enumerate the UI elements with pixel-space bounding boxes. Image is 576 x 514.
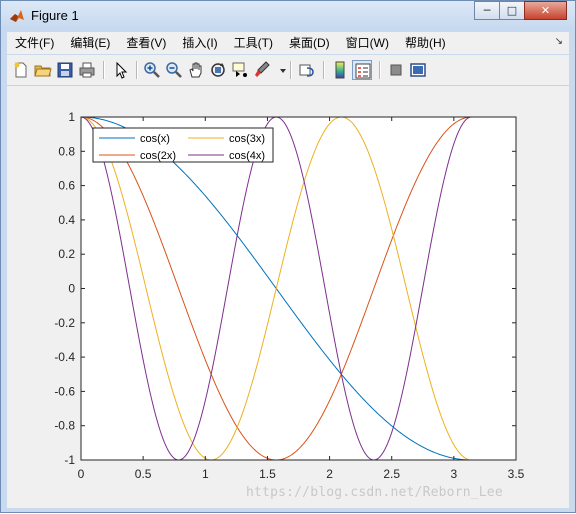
x-tick-label: 0.5: [135, 467, 152, 481]
watermark-text: https://blog.csdn.net/Reborn_Lee: [246, 485, 503, 500]
x-tick-label: 2: [326, 467, 333, 481]
x-tick-label: 0: [78, 467, 85, 481]
legend-label: cos(3x): [229, 133, 265, 145]
y-tick-label: 0.8: [58, 144, 75, 158]
y-tick-label: 0.4: [58, 213, 75, 227]
x-tick-label: 1: [202, 467, 209, 481]
legend-label: cos(x): [140, 133, 170, 145]
line-chart[interactable]: 0 0.5 1 1.5 2 2.5 3 3.5 1 0.8 0.6 0.4 0.2 0 -0.2 -0.4 -0…: [1, 1, 576, 514]
x-tick-label: 3: [451, 467, 458, 481]
y-tick-label: -0.4: [54, 350, 75, 364]
legend-label: cos(4x): [229, 150, 265, 162]
y-tick-label: 0.2: [58, 247, 75, 261]
x-tick-label: 3.5: [508, 467, 525, 481]
figure-window: Figure 1 ─ □ ✕ 文件(F) 编辑(E) 查看(V) 插入(I) 工…: [0, 0, 576, 513]
y-tick-label: 1: [68, 110, 75, 124]
y-tick-label: -1: [64, 453, 75, 467]
y-tick-label: -0.2: [54, 316, 75, 330]
x-tick-label: 1.5: [259, 467, 276, 481]
y-tick-label: 0.6: [58, 179, 75, 193]
x-tick-label: 2.5: [383, 467, 400, 481]
y-tick-label: -0.6: [54, 384, 75, 398]
y-tick-label: -0.8: [54, 419, 75, 433]
legend-label: cos(2x): [140, 150, 176, 162]
y-tick-label: 0: [68, 282, 75, 296]
